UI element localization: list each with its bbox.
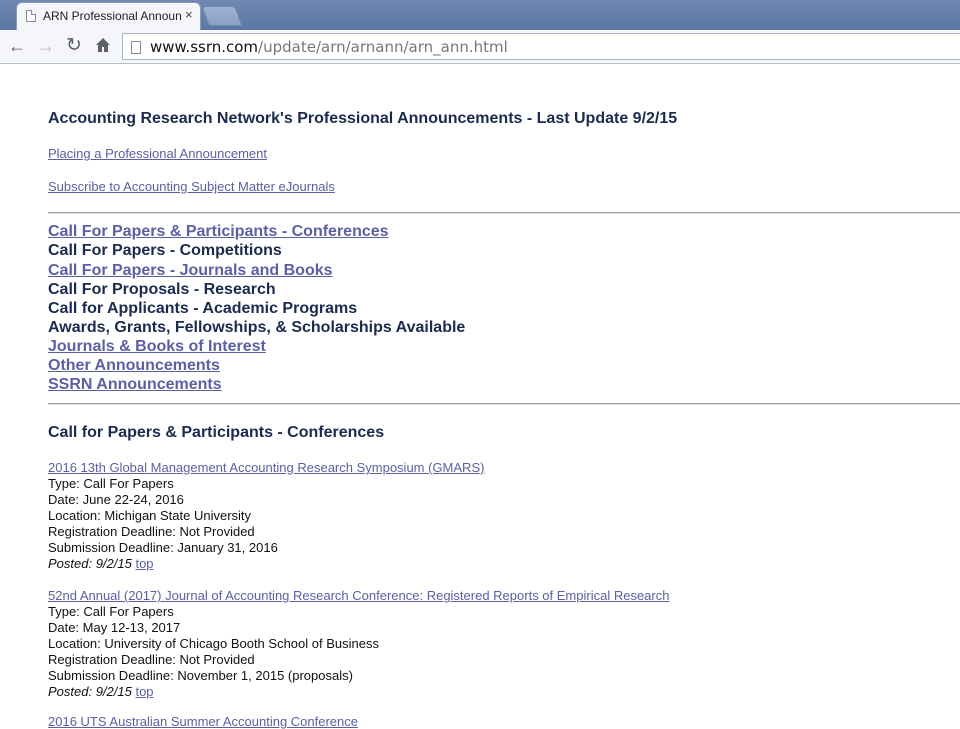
new-tab-button[interactable] — [201, 6, 243, 26]
browser-toolbar: ← → ↻ www.ssrn.com/update/arn/arnann/arn… — [0, 30, 960, 64]
tab-close-icon[interactable]: × — [185, 7, 193, 22]
menu-academic-programs: Call for Applicants - Academic Programs — [48, 300, 358, 317]
back-arrow-icon[interactable]: ← — [8, 36, 26, 56]
top-link[interactable]: top — [135, 556, 153, 571]
entry-location: Location: Michigan State University — [48, 508, 252, 523]
entry-location: Location: University of Chicago Booth Sc… — [48, 636, 379, 651]
entry-posted-date: Posted: 9/2/15 — [48, 556, 132, 571]
top-link[interactable]: top — [135, 684, 153, 699]
entry-posted-date: Posted: 9/2/15 — [48, 684, 132, 699]
entry-submission-deadline: Submission Deadline: November 1, 2015 (p… — [48, 668, 353, 683]
announcement-entry: 2016 13th Global Management Accounting R… — [48, 460, 484, 572]
browser-tab[interactable]: ARN Professional Announ × — [16, 2, 201, 30]
entry-submission-deadline: Submission Deadline: January 31, 2016 — [48, 540, 278, 555]
entry-title-link[interactable]: 52nd Annual (2017) Journal of Accounting… — [48, 588, 669, 603]
menu-conferences[interactable]: Call For Papers & Participants - Confere… — [48, 223, 389, 241]
url-text[interactable]: www.ssrn.com/update/arn/arnann/arn_ann.h… — [150, 38, 508, 56]
entry-type: Type: Call For Papers — [48, 604, 174, 619]
entry-date: Date: May 12-13, 2017 — [48, 620, 181, 635]
placing-announcement-link[interactable]: Placing a Professional Announcement — [48, 146, 267, 161]
divider — [48, 403, 960, 405]
address-bar[interactable]: www.ssrn.com/update/arn/arnann/arn_ann.h… — [122, 33, 960, 60]
entry-registration-deadline: Registration Deadline: Not Provided — [48, 652, 255, 667]
page-icon — [26, 10, 36, 22]
entry-date: Date: June 22-24, 2016 — [48, 492, 184, 507]
announcement-entry: 52nd Annual (2017) Journal of Accounting… — [48, 588, 669, 700]
home-icon[interactable] — [95, 37, 111, 53]
entry-registration-deadline: Registration Deadline: Not Provided — [48, 524, 255, 539]
url-path: /update/arn/arnann/arn_ann.html — [258, 38, 508, 56]
section-heading: Call for Papers & Participants - Confere… — [48, 424, 385, 441]
entry-title-link-cutoff[interactable]: 2016 UTS Australian Summer Accounting Co… — [48, 714, 358, 729]
subscribe-ejournals-link[interactable]: Subscribe to Accounting Subject Matter e… — [48, 179, 335, 194]
menu-other-announcements[interactable]: Other Announcements — [48, 357, 220, 375]
menu-competitions: Call For Papers - Competitions — [48, 242, 282, 259]
page-icon — [131, 41, 141, 54]
menu-ssrn-announcements[interactable]: SSRN Announcements — [48, 376, 222, 394]
page-title: Accounting Research Network's Profession… — [48, 110, 678, 127]
menu-proposals-research: Call For Proposals - Research — [48, 281, 276, 298]
entry-type: Type: Call For Papers — [48, 476, 174, 491]
tab-title: ARN Professional Announ — [43, 9, 182, 23]
forward-arrow-icon[interactable]: → — [37, 36, 55, 56]
reload-icon[interactable]: ↻ — [66, 36, 82, 56]
url-host: www.ssrn.com — [150, 38, 259, 56]
tab-strip: ARN Professional Announ × — [0, 0, 960, 30]
entry-title-link[interactable]: 2016 13th Global Management Accounting R… — [48, 460, 484, 475]
divider — [48, 212, 960, 214]
menu-journals-of-interest[interactable]: Journals & Books of Interest — [48, 338, 266, 356]
menu-journals-books[interactable]: Call For Papers - Journals and Books — [48, 262, 333, 280]
menu-awards-grants: Awards, Grants, Fellowships, & Scholarsh… — [48, 319, 466, 336]
